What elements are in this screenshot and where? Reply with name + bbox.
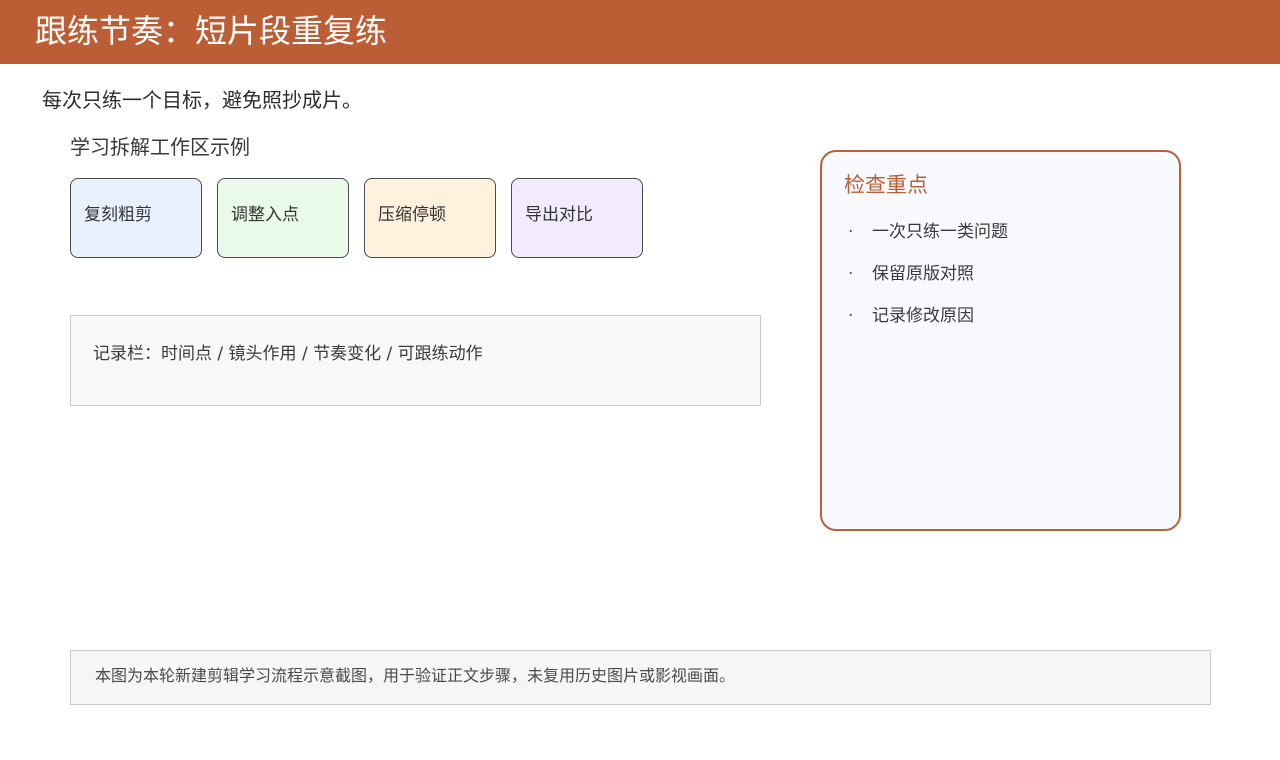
list-item: · 保留原版对照 bbox=[848, 262, 1008, 304]
page-subtitle: 每次只练一个目标，避免照抄成片。 bbox=[42, 88, 362, 112]
step-label: 复刻粗剪 bbox=[84, 205, 152, 225]
step-label: 调整入点 bbox=[231, 205, 299, 225]
workspace-title: 学习拆解工作区示例 bbox=[70, 135, 250, 159]
footer-note-text: 本图为本轮新建剪辑学习流程示意截图，用于验证正文步骤，未复用历史图片或影视画面。 bbox=[95, 666, 736, 685]
list-item: · 记录修改原因 bbox=[848, 304, 1008, 346]
step-label: 导出对比 bbox=[525, 205, 593, 225]
footer-note: 本图为本轮新建剪辑学习流程示意截图，用于验证正文步骤，未复用历史图片或影视画面。 bbox=[70, 650, 1211, 705]
step-compress-pauses[interactable]: 压缩停顿 bbox=[364, 178, 496, 258]
check-item-text: 一次只练一类问题 bbox=[872, 222, 1008, 242]
step-export-compare[interactable]: 导出对比 bbox=[511, 178, 643, 258]
step-label: 压缩停顿 bbox=[378, 205, 446, 225]
bullet-icon: · bbox=[848, 222, 854, 242]
bullet-icon: · bbox=[848, 306, 854, 326]
check-points-panel: 检查重点 · 一次只练一类问题 · 保留原版对照 · 记录修改原因 bbox=[820, 150, 1181, 531]
bullet-icon: · bbox=[848, 264, 854, 284]
step-rough-cut-replica[interactable]: 复刻粗剪 bbox=[70, 178, 202, 258]
check-item-text: 保留原版对照 bbox=[872, 264, 974, 284]
step-adjust-in-point[interactable]: 调整入点 bbox=[217, 178, 349, 258]
header-bar: 跟练节奏：短片段重复练 bbox=[0, 0, 1280, 64]
check-list: · 一次只练一类问题 · 保留原版对照 · 记录修改原因 bbox=[848, 220, 1008, 346]
record-bar[interactable]: 记录栏：时间点 / 镜头作用 / 节奏变化 / 可跟练动作 bbox=[70, 315, 761, 406]
check-panel-title: 检查重点 bbox=[844, 173, 928, 197]
record-bar-text: 记录栏：时间点 / 镜头作用 / 节奏变化 / 可跟练动作 bbox=[93, 344, 483, 364]
check-item-text: 记录修改原因 bbox=[872, 306, 974, 326]
page-title: 跟练节奏：短片段重复练 bbox=[35, 12, 388, 50]
list-item: · 一次只练一类问题 bbox=[848, 220, 1008, 262]
